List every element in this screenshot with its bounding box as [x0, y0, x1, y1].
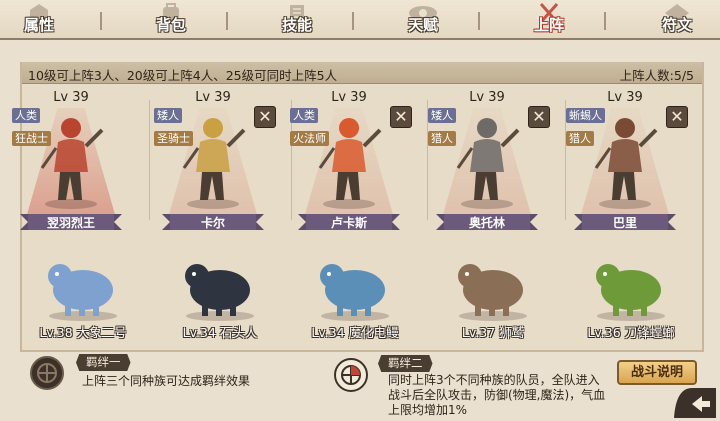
- pet-portrait: [596, 264, 665, 321]
- pet-name: Lv.37 狮鹫: [461, 325, 525, 340]
- remove-hero-button[interactable]: ✕: [528, 106, 550, 128]
- remove-hero-button[interactable]: ✕: [254, 106, 276, 128]
- tab-attributes[interactable]: 属性: [4, 0, 74, 38]
- hero-name: 卢卡斯: [330, 216, 367, 230]
- hero-portrait: [318, 118, 382, 209]
- pet-slot[interactable]: Lv.34 魔化电鳗: [290, 240, 420, 348]
- tab-divider: [226, 12, 228, 30]
- formation-banner: 10级可上阵3人、20级可上阵4人、25级可同时上阵5人 上阵人数:5/5: [22, 62, 702, 84]
- pet-portrait: [48, 264, 117, 321]
- tab-divider: [352, 12, 354, 30]
- hero-name: 巴里: [612, 216, 637, 230]
- pet-name: Lv.34 石头人: [182, 325, 258, 340]
- bond-two-description: 同时上阵3个不同种族的队员，全队进入 战斗后全队攻击，防御(物理,魔法)，气血 …: [388, 373, 606, 417]
- pet-slot[interactable]: Lv.37 狮鹫: [428, 240, 558, 348]
- tab-rune[interactable]: 符文: [642, 0, 712, 38]
- tab-skills[interactable]: 技能: [262, 0, 332, 38]
- hero-level: Lv 39: [469, 90, 505, 105]
- pet-name: Lv.34 魔化电鳗: [311, 325, 399, 340]
- hero-level: Lv 39: [607, 90, 643, 105]
- hero-slot[interactable]: Lv 39 矮人 圣骑士 ✕ 卡尔: [148, 88, 278, 238]
- hero-slot[interactable]: Lv 39 人类 狂战士 翌羽烈王: [6, 88, 136, 238]
- bond-two-title: 羁绊二: [378, 355, 433, 372]
- bond-one-description: 上阵三个同种族可达成羁绊效果: [82, 374, 251, 388]
- remove-hero-button[interactable]: ✕: [666, 106, 688, 128]
- tab-deploy[interactable]: 上阵: [514, 0, 584, 38]
- bond-one-icon: [30, 356, 64, 390]
- hero-slot[interactable]: Lv 39 人类 火法师 ✕ 卢卡斯: [284, 88, 414, 238]
- pet-name: Lv.38 大象二号: [39, 325, 127, 340]
- hero-name-ribbon: 奥托林: [436, 210, 538, 234]
- hero-name-ribbon: 卢卡斯: [298, 210, 400, 234]
- pet-slot[interactable]: Lv.36 刀锋螳螂: [566, 240, 696, 348]
- hero-level: Lv 39: [53, 90, 89, 105]
- battle-info-button[interactable]: 战斗说明: [617, 360, 697, 385]
- hero-name-ribbon: 翌羽烈王: [20, 210, 122, 234]
- tab-divider: [100, 12, 102, 30]
- hero-portrait: [456, 118, 520, 209]
- hero-portrait: [40, 118, 104, 209]
- bond-one-title: 羁绊一: [76, 354, 131, 371]
- pet-slot[interactable]: Lv.34 石头人: [155, 240, 285, 348]
- formation-count: 上阵人数:5/5: [619, 68, 694, 83]
- pet-portrait: [458, 264, 527, 321]
- hero-portrait: [182, 118, 246, 209]
- hero-name: 翌羽烈王: [46, 216, 95, 230]
- hero-name: 奥托林: [468, 216, 505, 230]
- tab-bag[interactable]: 背包: [136, 0, 206, 38]
- hero-name: 卡尔: [200, 216, 225, 230]
- back-arrow-icon[interactable]: [672, 388, 716, 418]
- hero-name-ribbon: 巴里: [574, 210, 676, 234]
- tab-talent[interactable]: 天赋: [388, 0, 458, 38]
- hero-portrait: [594, 118, 658, 209]
- pet-portrait: [320, 264, 389, 321]
- bond-two-icon: [334, 358, 368, 392]
- pet-name: Lv.36 刀锋螳螂: [587, 325, 675, 340]
- pet-slot[interactable]: Lv.38 大象二号: [18, 240, 148, 348]
- pet-portrait: [185, 264, 254, 321]
- top-tab-bar: 属性 背包 技能 天赋 上阵 符文: [0, 0, 720, 40]
- tab-divider: [604, 12, 606, 30]
- remove-hero-button[interactable]: ✕: [390, 106, 412, 128]
- hero-name-ribbon: 卡尔: [162, 210, 264, 234]
- formation-rule-text: 10级可上阵3人、20级可上阵4人、25级可同时上阵5人: [28, 68, 338, 83]
- hero-slot[interactable]: Lv 39 矮人 猎人 ✕ 奥托林: [422, 88, 552, 238]
- hero-level: Lv 39: [331, 90, 367, 105]
- tab-divider: [478, 12, 480, 30]
- hero-level: Lv 39: [195, 90, 231, 105]
- hero-slot[interactable]: Lv 39 蜥蜴人 猎人 ✕ 巴里: [560, 88, 690, 238]
